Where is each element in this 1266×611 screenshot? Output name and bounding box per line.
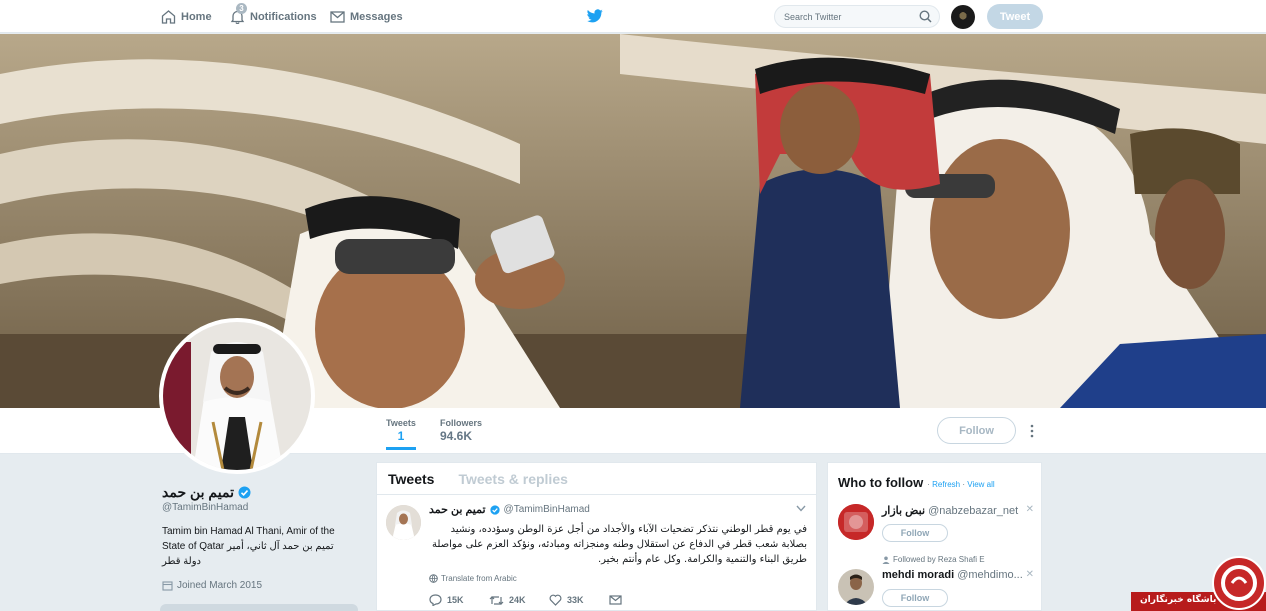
calendar-icon	[162, 581, 173, 591]
suggestion-item[interactable]: Followed by Reza Shafi E mehdi moradi @m…	[838, 555, 1038, 607]
suggestion-avatar-logo	[838, 504, 874, 540]
nav-notifications[interactable]: 3 Notifications	[230, 0, 317, 33]
twitter-bird-icon[interactable]	[587, 9, 603, 23]
profile-card-button[interactable]	[160, 604, 358, 611]
reply-count: 15K	[447, 595, 464, 605]
profile-handle[interactable]: @TamimBinHamad	[162, 502, 248, 513]
profile-avatar[interactable]	[159, 318, 315, 474]
watermark-text: باشگاه خبرنگاران	[1140, 595, 1217, 605]
suggestion-context: Followed by Reza Shafi E	[882, 555, 985, 564]
globe-icon	[429, 574, 438, 583]
more-options-icon[interactable]	[1029, 424, 1035, 438]
suggestion-name[interactable]: نبض بازار	[882, 505, 925, 517]
timeline-tabs: Tweets Tweets & replies	[377, 463, 816, 495]
nav-messages[interactable]: Messages	[330, 0, 403, 33]
suggestion-handle[interactable]: @nabzebazar_net	[928, 505, 1018, 517]
like-count: 33K	[567, 595, 584, 605]
tab-tweets-and-replies[interactable]: Tweets & replies	[458, 471, 567, 487]
tweet-author-handle[interactable]: @TamimBinHamad	[504, 504, 590, 515]
profile-name-text: تميم بن حمد	[162, 484, 234, 500]
separator-dot: ·	[927, 480, 930, 489]
heart-icon	[549, 594, 562, 606]
translate-link[interactable]: Translate from Arabic	[429, 574, 806, 583]
search-input[interactable]	[775, 6, 910, 27]
tweet-author-name[interactable]: تميم بن حمد	[429, 503, 486, 516]
timeline-panel: Tweets Tweets & replies تميم بن حمد @Tam…	[376, 462, 817, 611]
who-to-follow-title: Who to follow · Refresh · View all	[838, 475, 995, 490]
suggestion-context-text: Followed by Reza Shafi E	[893, 555, 985, 564]
retweet-icon	[489, 595, 504, 605]
dismiss-icon[interactable]: ✕	[1026, 569, 1034, 580]
stat-tweets-value: 1	[397, 429, 405, 443]
tweet-item[interactable]: تميم بن حمد @TamimBinHamad في يوم قطر ال…	[377, 495, 816, 606]
tweet-text: في يوم قطر الوطني نتذكر تضحيات الآباء وا…	[431, 524, 807, 565]
suggestion-item[interactable]: نبض بازار @nabzebazar_net ✕ Follow	[838, 501, 1038, 545]
notifications-count-badge: 3	[236, 3, 247, 14]
view-all-link[interactable]: View all	[967, 480, 994, 489]
watermark-logo	[1212, 556, 1266, 610]
suggestion-follow-button[interactable]: Follow	[882, 524, 948, 542]
watermark-logo-mark	[1221, 565, 1257, 601]
nav-messages-label: Messages	[350, 10, 403, 23]
home-icon	[161, 9, 176, 24]
verified-badge-icon	[238, 486, 251, 499]
direct-message-action[interactable]	[609, 595, 669, 605]
nav-notifications-label: Notifications	[250, 10, 317, 23]
reply-icon	[429, 594, 442, 606]
separator-dot: ·	[962, 480, 966, 489]
who-to-follow-heading: Who to follow	[838, 475, 924, 490]
stat-followers-label: Followers	[440, 418, 483, 428]
suggestion-avatar-photo	[838, 569, 874, 605]
retweet-action[interactable]: 24K	[489, 595, 549, 606]
search-icon[interactable]	[919, 10, 932, 23]
suggestion-name[interactable]: mehdi moradi	[882, 569, 954, 581]
retweet-count: 24K	[509, 595, 526, 605]
nav-home[interactable]: Home	[161, 0, 212, 33]
profile-avatar-photo	[163, 322, 311, 470]
stat-followers-value: 94.6K	[440, 429, 473, 443]
who-to-follow-panel: Who to follow · Refresh · View all نبض با…	[827, 462, 1042, 611]
follow-button[interactable]: Follow	[937, 417, 1016, 444]
chevron-down-icon[interactable]	[796, 505, 806, 512]
envelope-icon	[609, 595, 622, 605]
profile-name: تميم بن حمد	[162, 484, 251, 501]
stat-tweets-label: Tweets	[386, 418, 416, 428]
dismiss-icon[interactable]: ✕	[1026, 504, 1034, 515]
search-box[interactable]	[774, 5, 940, 28]
stat-tweets[interactable]: Tweets 1	[386, 418, 416, 450]
tweet-author-avatar[interactable]	[386, 505, 421, 540]
verified-badge-icon	[489, 504, 500, 515]
tweet-actions: 15K 24K 33K	[429, 594, 806, 606]
profile-joined-text: Joined March 2015	[177, 580, 263, 591]
suggestion-handle[interactable]: @mehdimo...	[957, 569, 1023, 581]
tab-tweets[interactable]: Tweets	[388, 471, 434, 487]
refresh-link[interactable]: Refresh	[932, 480, 960, 489]
suggestion-name-line: mehdi moradi @mehdimo...	[882, 569, 1023, 581]
account-avatar[interactable]	[951, 5, 975, 29]
profile-bio: Tamim bin Hamad Al Thani, Amir of the St…	[162, 526, 335, 567]
stat-followers[interactable]: Followers 94.6K	[440, 418, 482, 443]
reply-action[interactable]: 15K	[429, 594, 489, 606]
suggestion-avatar[interactable]	[838, 569, 874, 605]
compose-tweet-button[interactable]: Tweet	[987, 4, 1043, 29]
profile-joined: Joined March 2015	[162, 580, 262, 591]
suggestion-avatar[interactable]	[838, 504, 874, 540]
person-icon	[882, 556, 890, 564]
nav-home-label: Home	[181, 10, 212, 23]
suggestion-name-line: نبض بازار @nabzebazar_net	[882, 504, 1018, 517]
translate-label: Translate from Arabic	[441, 574, 517, 583]
envelope-icon	[330, 10, 345, 23]
tweet-avatar-photo	[386, 505, 421, 540]
suggestion-follow-button[interactable]: Follow	[882, 589, 948, 607]
tweet-header: تميم بن حمد @TamimBinHamad	[429, 503, 806, 516]
top-navigation-bar: Home 3 Notifications Messages Tweet	[0, 0, 1266, 33]
like-action[interactable]: 33K	[549, 594, 609, 606]
